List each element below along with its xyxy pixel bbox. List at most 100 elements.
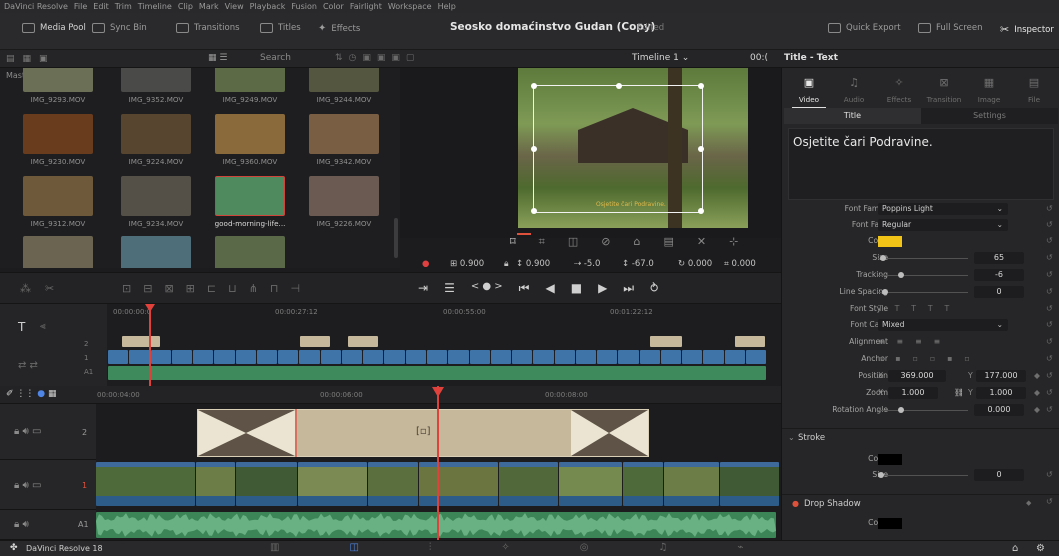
text-track-icon[interactable]: T [18,320,25,334]
thumbnail-view-icon[interactable]: ▣ [39,54,48,64]
viewer-frame[interactable]: Osjetite čari Podravine. [518,68,748,228]
slider-knob[interactable] [897,407,904,413]
sort-icon[interactable]: ▦ ☰ [208,53,227,63]
mini-video-clip[interactable] [512,350,533,364]
mini-title-clip[interactable] [735,336,765,347]
track-toggle-icon[interactable]: ⇄ ⇄ [18,360,38,371]
mini-video-clip[interactable] [256,350,278,364]
audio-icon[interactable]: ⊹ [729,235,738,249]
dynamic-zoom-icon[interactable]: ◫ [568,235,578,249]
keyframe-icon[interactable]: ◆ [1026,499,1031,507]
drop-shadow-section-header[interactable]: ● Drop Shadow ◆ ↺ [782,494,1059,512]
reset-icon[interactable]: ↺ [1046,497,1053,506]
edit-page-icon[interactable]: ⫶ [429,542,432,553]
text-bounding-box[interactable] [531,83,704,214]
go-to-end-icon[interactable]: ⏭ [623,281,634,296]
keyframe-icon[interactable]: ◆ [1034,388,1040,397]
menu-item[interactable]: Mark [199,2,219,11]
media-clip[interactable]: IMG_9226.MOV [306,176,382,228]
place-on-top-icon[interactable]: ⊏ [207,282,216,295]
insert-icon[interactable]: ⊡ [122,282,131,295]
inspector-tab-effects[interactable]: ✧ Effects [874,76,924,104]
record-icon[interactable]: ● [422,259,429,269]
bin-view-controls[interactable]: ▤ ▦ ▣ [6,54,48,64]
mini-video-clip[interactable] [618,350,639,364]
quick-export-button[interactable]: Quick Export [828,23,901,33]
mini-video-clip[interactable] [660,350,682,364]
mini-video-clip[interactable] [278,350,299,364]
settings-icon[interactable]: ⚙ [1036,543,1045,554]
media-clip[interactable]: IMG_9249.MOV [212,68,288,104]
mini-video-clip[interactable] [384,350,405,364]
marker-icon[interactable]: ☰ [444,281,455,296]
inspector-tab-transition[interactable]: ⊠ Transition [919,76,969,104]
menu-item[interactable]: Color [323,2,344,11]
mini-video-clip[interactable] [639,350,660,364]
mini-video-clip[interactable] [320,350,341,364]
resize-handle[interactable] [698,208,704,214]
mini-video-clip[interactable] [682,350,703,364]
mini-title-clip[interactable] [650,336,682,347]
reset-icon[interactable]: ↺ [1046,354,1053,363]
media-clip[interactable]: IMG_9224.MOV [118,114,194,166]
titles-button[interactable]: Titles [260,23,301,33]
mini-video-clip[interactable] [703,350,724,364]
inspector-button[interactable]: ✂ Inspector [1000,23,1054,36]
slider-knob[interactable] [879,255,886,261]
mini-video-clip[interactable] [597,350,618,364]
keyframe-icon[interactable]: ◆ [1034,371,1040,380]
timeline-tools-icons[interactable]: ✐ ⋮⋮ ● ▦ [6,389,57,399]
menu-item[interactable]: Help [438,2,456,11]
subtab-title[interactable]: Title [784,108,921,124]
font-case-select[interactable]: Mixed ⌄ [878,319,1008,331]
media-clip[interactable] [212,236,288,268]
menu-item[interactable]: View [225,2,244,11]
effects-button[interactable]: ✦ Effects [318,23,360,34]
menu-item[interactable]: Workspace [388,2,432,11]
mini-video-clip[interactable] [469,350,490,364]
snap-icon[interactable]: ⁂ [20,282,31,295]
crop-icon[interactable]: ⌗ [539,235,545,249]
trim-icon[interactable]: ⇥ [418,281,428,296]
reset-icon[interactable]: ↺ [1046,253,1053,262]
search-input[interactable]: Search [260,53,291,63]
link-icon[interactable]: ⛓ [954,388,964,397]
video-clip[interactable] [719,462,779,506]
fusion-overlay-icon[interactable]: ⌂ [633,235,640,249]
media-clip[interactable]: good-morning-life... [212,176,288,228]
menu-item[interactable]: File [74,2,87,11]
overwrite-icon[interactable]: ⊟ [143,282,152,295]
subtab-settings[interactable]: Settings [921,108,1058,124]
zoom-y-field[interactable]: ↕ 0.900 [516,259,550,269]
resize-handle[interactable] [698,83,704,89]
mini-video-clip[interactable] [426,350,448,364]
media-clip[interactable]: IMG_9360.MOV [212,114,288,166]
smart-reframe-icon[interactable]: ✕ [697,235,706,249]
position-x-field[interactable]: ⇢ -5.0 [574,259,600,269]
fairlight-page-icon[interactable]: ♫ [659,542,668,553]
size-field[interactable]: 65 [974,252,1024,264]
audio-clip[interactable] [96,512,776,538]
resize-handle[interactable] [531,208,537,214]
stroke-size-field[interactable]: 0 [974,469,1024,481]
open-fx-icon[interactable]: ⊘ [601,235,610,249]
mini-video-clip[interactable] [214,350,235,364]
mini-video-clip[interactable] [405,350,426,364]
keyframe-icon[interactable]: ◆ [1034,405,1040,414]
zoom-x-field[interactable]: ⊞ 0.900 [450,259,484,269]
menu-item[interactable]: Fairlight [350,2,382,11]
media-page-icon[interactable]: ▥ [270,542,279,553]
list-view-icon[interactable]: ▤ [6,54,15,64]
mini-video-clip[interactable] [193,350,214,364]
video-clip[interactable] [558,462,623,506]
reset-icon[interactable]: ↺ [1046,337,1053,346]
reset-icon[interactable]: ↺ [1046,405,1053,414]
menu-item[interactable]: Clip [178,2,193,11]
timeline-selector[interactable]: Timeline 1 ⌄ [632,53,689,63]
inspector-tab-audio[interactable]: ♫ Audio [829,76,879,104]
stroke-color-swatch[interactable] [878,454,902,465]
reset-icon[interactable]: ↺ [1046,371,1053,380]
slip-icon[interactable]: ⊣ [291,282,301,295]
title-text-editor[interactable]: Osjetite čari Podravine. [788,128,1054,200]
mini-video-clip[interactable] [490,350,512,364]
